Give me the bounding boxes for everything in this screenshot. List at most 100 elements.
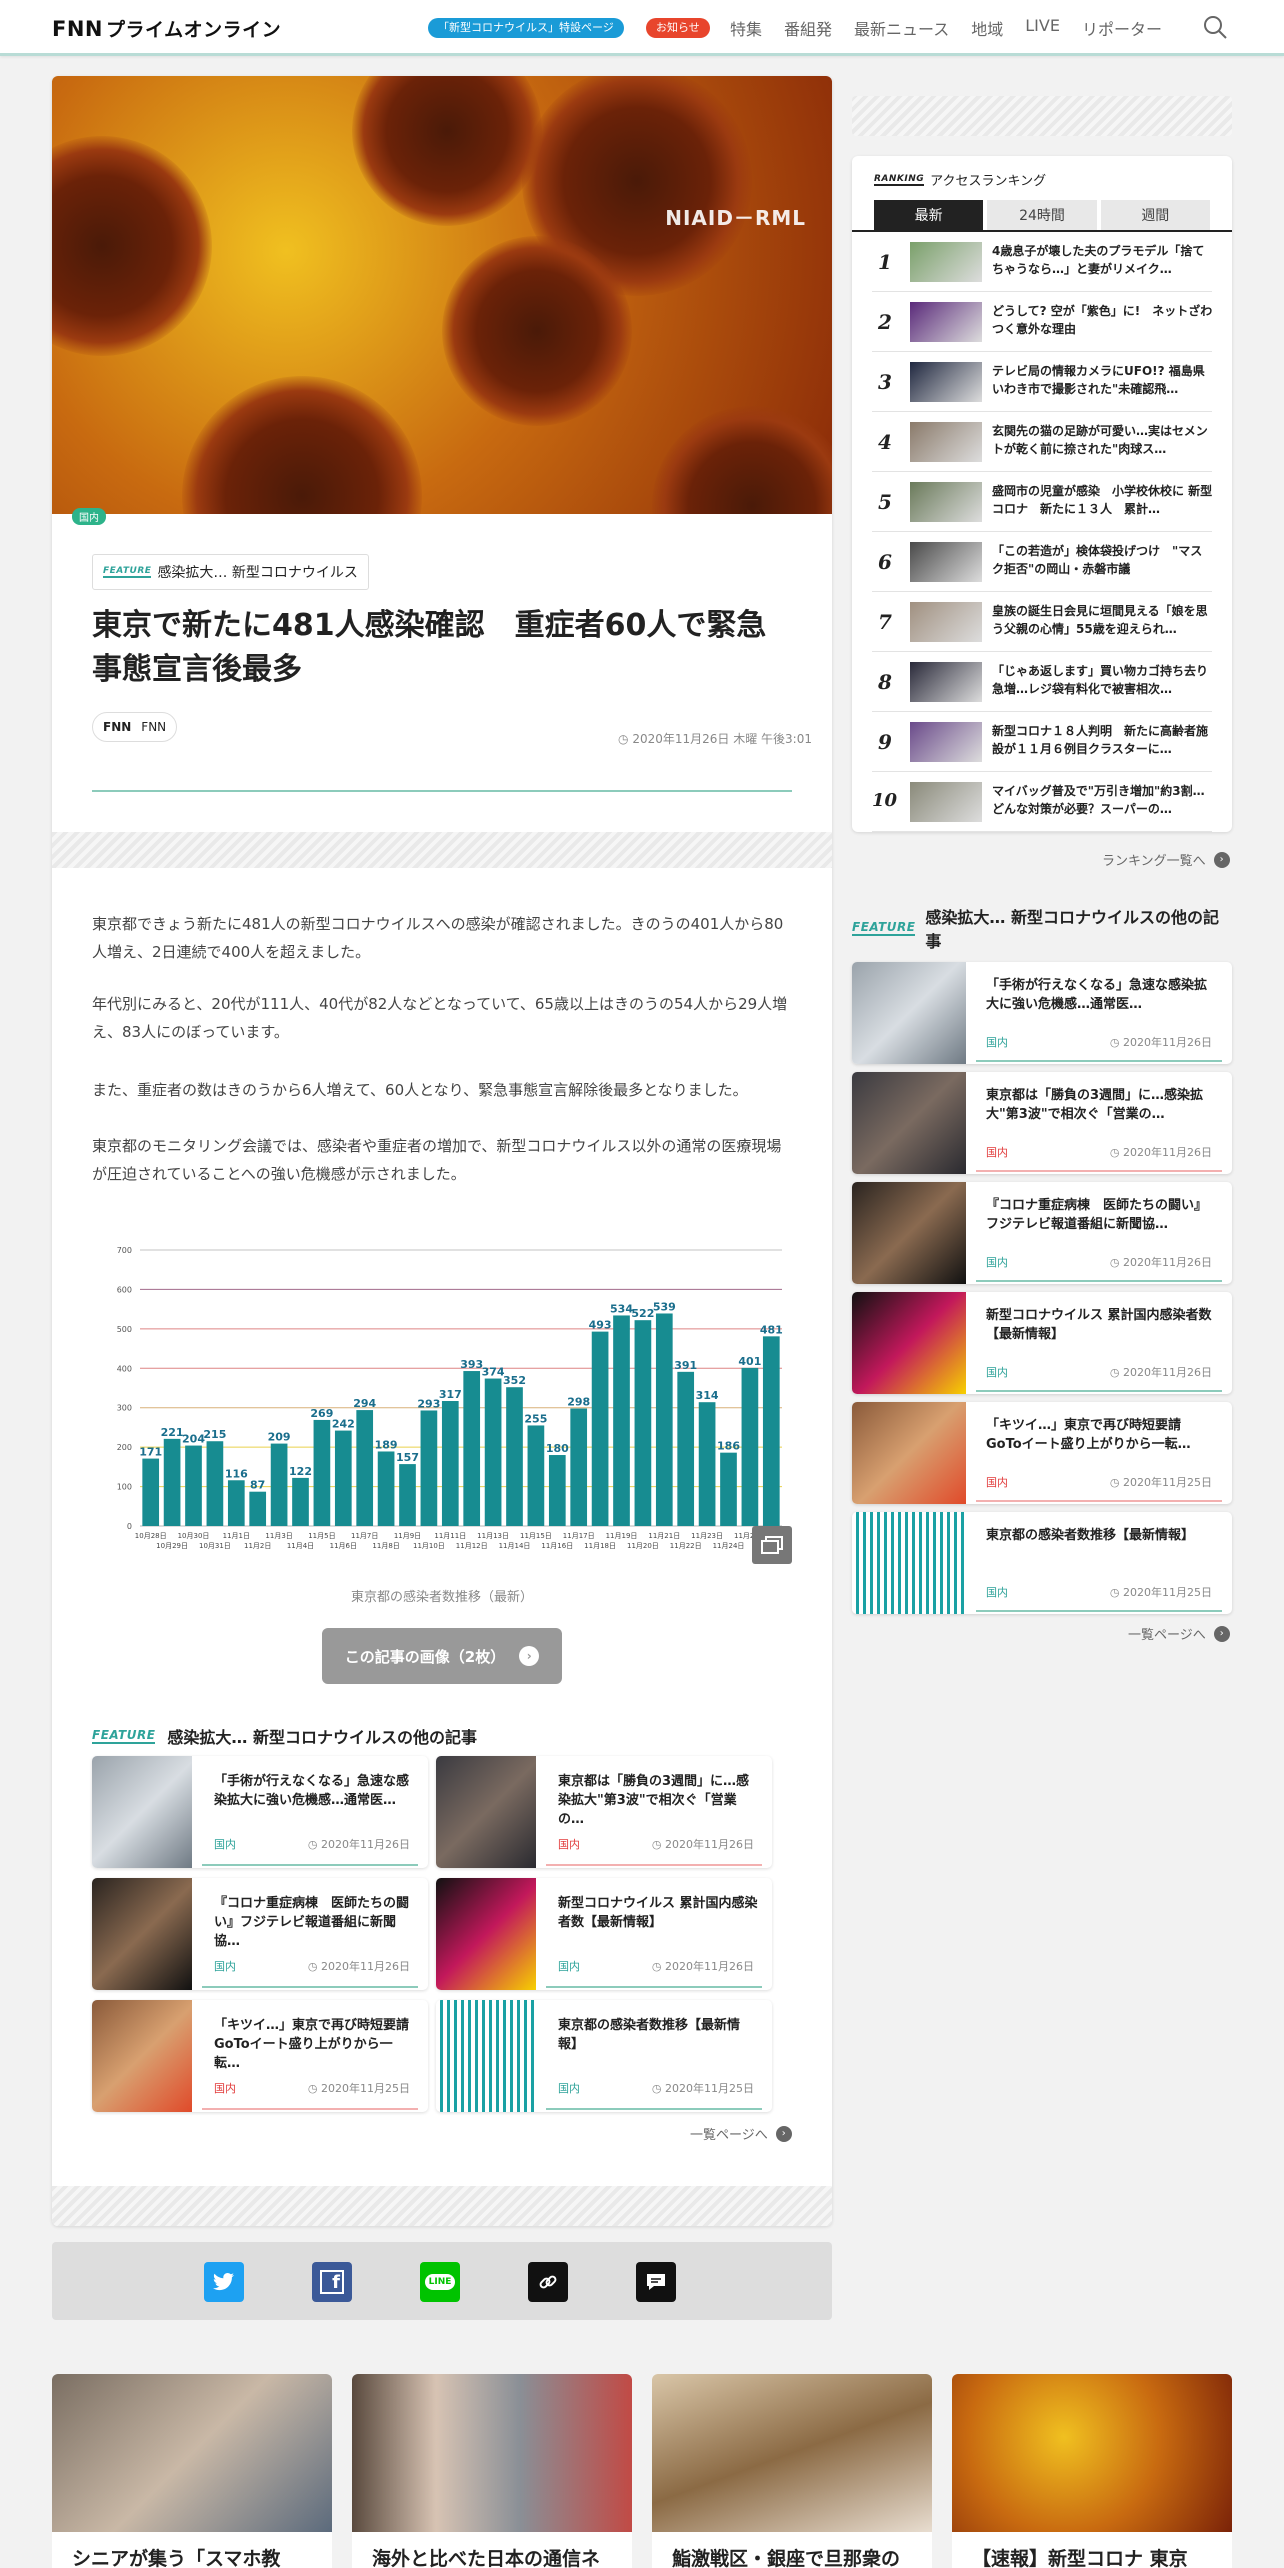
comment-button[interactable] [636, 2262, 676, 2302]
clock-icon: ◷ [618, 732, 633, 746]
nav-live[interactable]: LIVE [1025, 16, 1060, 40]
chart-bar [591, 1331, 609, 1526]
ranking-item[interactable]: 6 「この若造が」検体袋投げつけ "マスク拒否"の岡山・赤磐市議 [852, 532, 1232, 592]
hero-image[interactable]: NIAID－RML [52, 76, 832, 514]
related-article-title: 東京都の感染者数推移【最新情報】 [558, 2018, 741, 2052]
chart-bar [270, 1443, 288, 1526]
chart-bar [463, 1371, 481, 1526]
notice-link[interactable]: お知らせ [646, 18, 710, 38]
chart-data-label: 242 [332, 1418, 355, 1431]
link-icon [539, 2275, 557, 2289]
covid-special-link[interactable]: 「新型コロナウイルス」特設ページ [428, 18, 624, 38]
chart-bar [292, 1477, 309, 1526]
site-logo[interactable]: FNN プライムオンライン [52, 15, 281, 42]
search-icon[interactable] [1202, 14, 1228, 40]
ranking-number: 9 [878, 730, 892, 754]
chart-data-label: 317 [439, 1388, 462, 1401]
chart-bar [548, 1455, 566, 1526]
chart-x-tick-label: 11月6日 [330, 1542, 357, 1550]
sidebar-related-card[interactable]: 新型コロナウイルス 累計国内感染者数【最新情報】 国内 ◷ 2020年11月26日 [852, 1292, 1232, 1394]
tab-latest[interactable]: 最新 [874, 200, 984, 230]
ranking-item[interactable]: 8 「じゃあ返します」買い物カゴ持ち去り急増…レジ袋有料化で被害相次… [852, 652, 1232, 712]
bottom-card[interactable]: 鮨激戦区・銀座で旦那衆の [652, 2374, 932, 2568]
ranking-item[interactable]: 5 盛岡市の児童が感染 小学校休校に 新型コロナ 新たに１３人 累計… [852, 472, 1232, 532]
related-article-date: ◷ 2020年11月26日 [651, 1838, 754, 1851]
source-badge[interactable]: FNN FNN [92, 712, 178, 742]
ranking-item[interactable]: 4 玄関先の猫の足跡が可愛い…実はセメントが乾く前に捺された"肉球ス… [852, 412, 1232, 472]
bottom-card[interactable]: シニアが集う「スマホ教 [52, 2374, 332, 2568]
chart-bar [142, 1458, 160, 1526]
chart-bar [677, 1371, 695, 1526]
tab-weekly[interactable]: 週間 [1100, 200, 1210, 230]
chart-y-tick-label: 700 [117, 1246, 132, 1255]
related-article-card[interactable]: 「キツイ…」東京で再び時短要請 GoToイート盛り上がりから一転… 国内 ◷ 202… [92, 2000, 428, 2112]
related-article-card[interactable]: 東京都の感染者数推移【最新情報】 国内 ◷ 2020年11月25日 [436, 2000, 772, 2112]
related-article-card[interactable]: 『コロナ重症病棟 医師たちの闘い』フジテレビ報道番組に新聞協… 国内 ◷ 2020年… [92, 1878, 428, 1990]
bottom-card-title: シニアが集う「スマホ教 [72, 2548, 281, 2568]
sidebar-related-card[interactable]: 東京都は「勝負の3週間」に…感染拡大"第3波"で相次ぐ「営業の… 国内 ◷ 2020… [852, 1072, 1232, 1174]
category-label: 国内 [986, 1256, 1008, 1269]
facebook-share-button[interactable]: f [312, 2262, 352, 2302]
line-share-button[interactable]: LINE [420, 2262, 460, 2302]
nav-reporter[interactable]: リポーター [1082, 16, 1162, 40]
ranking-item[interactable]: 3 テレビ局の情報カメラにUFO!? 福島県いわき市で撮影された"未確認飛… [852, 352, 1232, 412]
card-underline [976, 1390, 1222, 1392]
article-paragraph: また、重症者の数はきのうから6人増えて、60人となり、緊急事態宣言解除後最多とな… [92, 1081, 748, 1099]
chart-x-tick-label: 10月30日 [178, 1532, 210, 1540]
bottom-card[interactable]: 海外と比べた日本の通信ネ [352, 2374, 632, 2568]
related-article-card[interactable]: 「手術が行えなくなる」急速な感染拡大に強い危機感…通常医… 国内 ◷ 2020年11… [92, 1756, 428, 1868]
bottom-card[interactable]: 【速報】新型コロナ 東京 [952, 2374, 1232, 2568]
ranking-item[interactable]: 1 4歳息子が壊した夫のプラモデル「捨てちゃうなら…」と妻がリメイク… [852, 232, 1232, 292]
chart-data-label: 122 [289, 1465, 312, 1478]
nav-latest[interactable]: 最新ニュース [854, 16, 949, 40]
chart-data-label: 293 [417, 1397, 440, 1410]
gallery-icon[interactable] [752, 1526, 792, 1564]
fnn-logo: FNN [103, 720, 132, 734]
ranking-item[interactable]: 7 皇族の誕生日会見に垣間見える「娘を思う父親の心情」55歳を迎えられ… [852, 592, 1232, 652]
category-label: 国内 [558, 1960, 580, 1973]
ranking-item[interactable]: 9 新型コロナ１８人判明 新たに高齢者施設が１１月６例目クラスターに… [852, 712, 1232, 772]
sidebar-related-title: 「手術が行えなくなる」急速な感染拡大に強い危機感…通常医… [986, 978, 1208, 1012]
chevron-right-icon: › [1213, 851, 1230, 868]
ranking-thumb [910, 362, 982, 402]
ranking-item[interactable]: 2 どうして? 空が「紫色」に! ネットざわつく意外な理由 [852, 292, 1232, 352]
ranking-more-link[interactable]: ランキング一覧へ › [1102, 850, 1230, 869]
nav-feature[interactable]: 特集 [730, 16, 762, 40]
feature-tag[interactable]: FEATURE 感染拡大… 新型コロナウイルス [92, 554, 369, 590]
ranking-item[interactable]: 10 マイバッグ普及で"万引き増加"約3割…どんな対策が必要？スーパーの… [852, 772, 1232, 832]
twitter-share-button[interactable] [204, 2262, 244, 2302]
chart-x-tick-label: 10月31日 [199, 1542, 231, 1550]
chevron-right-icon: › [775, 2125, 792, 2142]
main-nav: 特集 番組発 最新ニュース 地域 LIVE リポーター [730, 16, 1184, 40]
related-article-thumb [92, 1756, 192, 1868]
chart-y-tick-label: 200 [117, 1443, 132, 1452]
infection-chart[interactable]: 0 100 200 300 400 500 600 700 171 10月28日 221 10月29日… [92, 1240, 792, 1570]
related-more-link[interactable]: 一覧ページへ › [690, 2124, 792, 2143]
sidebar-related-card[interactable]: 『コロナ重症病棟 医師たちの闘い』フジテレビ報道番組に新聞協… 国内 ◷ 2020年… [852, 1182, 1232, 1284]
sidebar-related-date: ◷ 2020年11月26日 [1109, 1146, 1212, 1159]
tab-24h[interactable]: 24時間 [987, 200, 1097, 230]
article-images-button[interactable]: この記事の画像（2枚） › [322, 1628, 562, 1684]
chart-x-tick-label: 11月4日 [287, 1542, 314, 1550]
sidebar-related-title: 「キツイ…」東京で再び時短要請 GoToイート盛り上がりから一転… [986, 1418, 1191, 1452]
chart-data-label: 189 [375, 1438, 398, 1451]
sidebar-related-card[interactable]: 東京都の感染者数推移【最新情報】 国内 ◷ 2020年11月25日 [852, 1512, 1232, 1614]
sidebar-related-card[interactable]: 「手術が行えなくなる」急速な感染拡大に強い危機感…通常医… 国内 ◷ 2020年11… [852, 962, 1232, 1064]
chart-x-tick-label: 11月9日 [394, 1532, 421, 1540]
ranking-number: 10 [872, 790, 898, 811]
chevron-right-icon: › [519, 1646, 540, 1666]
related-article-card[interactable]: 新型コロナウイルス 累計国内感染者数【最新情報】 国内 ◷ 2020年11月26日 [436, 1878, 772, 1990]
nav-region[interactable]: 地域 [971, 16, 1003, 40]
copy-link-button[interactable] [528, 2262, 568, 2302]
nav-programs[interactable]: 番組発 [784, 16, 832, 40]
related-article-card[interactable]: 東京都は「勝負の3週間」に…感染拡大"第3波"で相次ぐ「営業の… 国内 ◷ 2020… [436, 1756, 772, 1868]
chart-bar [484, 1378, 502, 1526]
related-article-date: ◷ 2020年11月25日 [307, 2082, 410, 2095]
sidebar-related-title: 『コロナ重症病棟 医師たちの闘い』フジテレビ報道番組に新聞協… [986, 1198, 1208, 1232]
sidebar-related-more-link[interactable]: 一覧ページへ › [1128, 1624, 1230, 1643]
ranking-number: 8 [878, 670, 892, 694]
chart-x-tick-label: 11月23日 [691, 1532, 723, 1540]
chart-bar [377, 1451, 395, 1526]
chart-data-label: 209 [268, 1431, 291, 1444]
sidebar-related-card[interactable]: 「キツイ…」東京で再び時短要請 GoToイート盛り上がりから一転… 国内 ◷ 202… [852, 1402, 1232, 1504]
